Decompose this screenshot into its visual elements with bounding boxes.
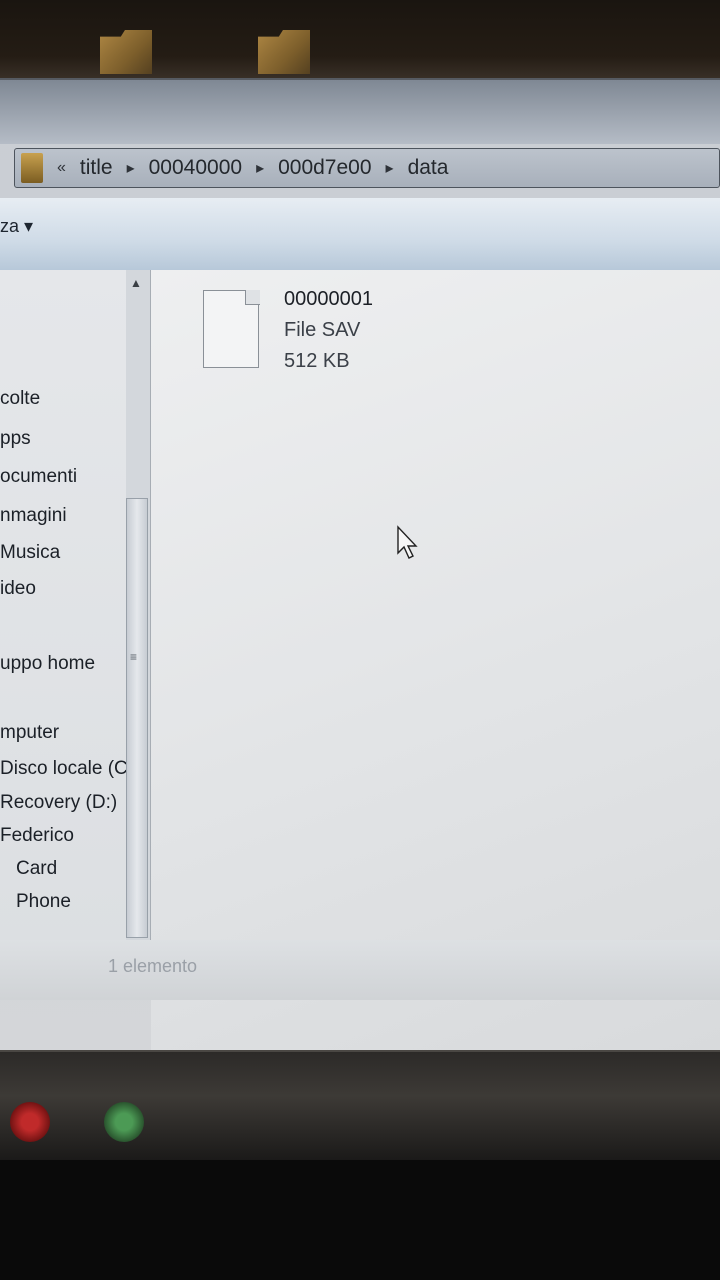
desktop-folder-icon[interactable] bbox=[100, 30, 152, 74]
scroll-grip-icon: ≡ bbox=[130, 650, 138, 664]
command-toolbar: za ▾ bbox=[0, 198, 720, 271]
nav-item-apps[interactable]: pps bbox=[0, 428, 31, 450]
address-bar[interactable]: « title ▸ 00040000 ▸ 000d7e00 ▸ data bbox=[14, 148, 720, 188]
breadcrumb-000d7e00[interactable]: 000d7e00 bbox=[278, 156, 371, 180]
status-item-count: 1 elemento bbox=[108, 956, 198, 976]
folder-icon bbox=[21, 153, 43, 183]
file-name[interactable]: 00000001 bbox=[284, 288, 373, 311]
nav-item-card[interactable]: Card bbox=[16, 858, 57, 880]
nav-item-raccolte[interactable]: colte bbox=[0, 388, 40, 410]
breadcrumb-title[interactable]: title bbox=[80, 156, 113, 180]
navigation-pane: colte pps ocumenti nmagini Musica ideo u… bbox=[0, 270, 151, 973]
desktop-folder-icon[interactable] bbox=[258, 30, 310, 74]
explorer-window: « title ▸ 00040000 ▸ 000d7e00 ▸ data za … bbox=[0, 78, 720, 1060]
file-type: File SAV bbox=[284, 319, 361, 341]
app-icon[interactable] bbox=[104, 1102, 144, 1142]
nav-scrollbar[interactable]: ▲ ≡ bbox=[126, 270, 150, 950]
scroll-thumb[interactable] bbox=[126, 498, 148, 938]
breadcrumb-00040000[interactable]: 00040000 bbox=[149, 156, 242, 180]
opera-icon[interactable] bbox=[10, 1102, 50, 1142]
nav-item-video[interactable]: ideo bbox=[0, 578, 36, 600]
nav-item-musica[interactable]: Musica bbox=[0, 542, 60, 564]
window-title-strip bbox=[0, 80, 720, 144]
nav-item-recovery[interactable]: Recovery (D:) bbox=[0, 792, 117, 814]
file-fold-icon bbox=[245, 290, 260, 305]
cursor-icon bbox=[397, 525, 418, 559]
file-size: 512 KB bbox=[284, 350, 350, 372]
nav-item-gruppo-home[interactable]: uppo home bbox=[0, 653, 95, 675]
scroll-up-icon[interactable]: ▲ bbox=[130, 276, 142, 290]
breadcrumb-separator-icon[interactable]: ▸ bbox=[386, 158, 394, 178]
nav-item-federico[interactable]: Federico bbox=[0, 825, 74, 847]
breadcrumb-data[interactable]: data bbox=[408, 156, 449, 180]
status-bar: 1 elemento bbox=[0, 940, 720, 1000]
nav-item-computer[interactable]: mputer bbox=[0, 722, 59, 744]
screen-bottom-bezel bbox=[0, 1160, 720, 1280]
nav-item-documenti[interactable]: ocumenti bbox=[0, 466, 77, 488]
breadcrumb-overflow[interactable]: « bbox=[57, 159, 66, 177]
nav-item-phone[interactable]: Phone bbox=[16, 891, 71, 913]
desktop-top-bezel bbox=[0, 0, 720, 80]
organize-button[interactable]: za ▾ bbox=[0, 216, 33, 237]
breadcrumb-separator-icon[interactable]: ▸ bbox=[256, 158, 264, 178]
nav-item-disco-locale[interactable]: Disco locale (C bbox=[0, 758, 128, 780]
taskbar bbox=[0, 1050, 720, 1162]
nav-item-immagini[interactable]: nmagini bbox=[0, 505, 67, 527]
breadcrumb-separator-icon[interactable]: ▸ bbox=[127, 158, 135, 178]
